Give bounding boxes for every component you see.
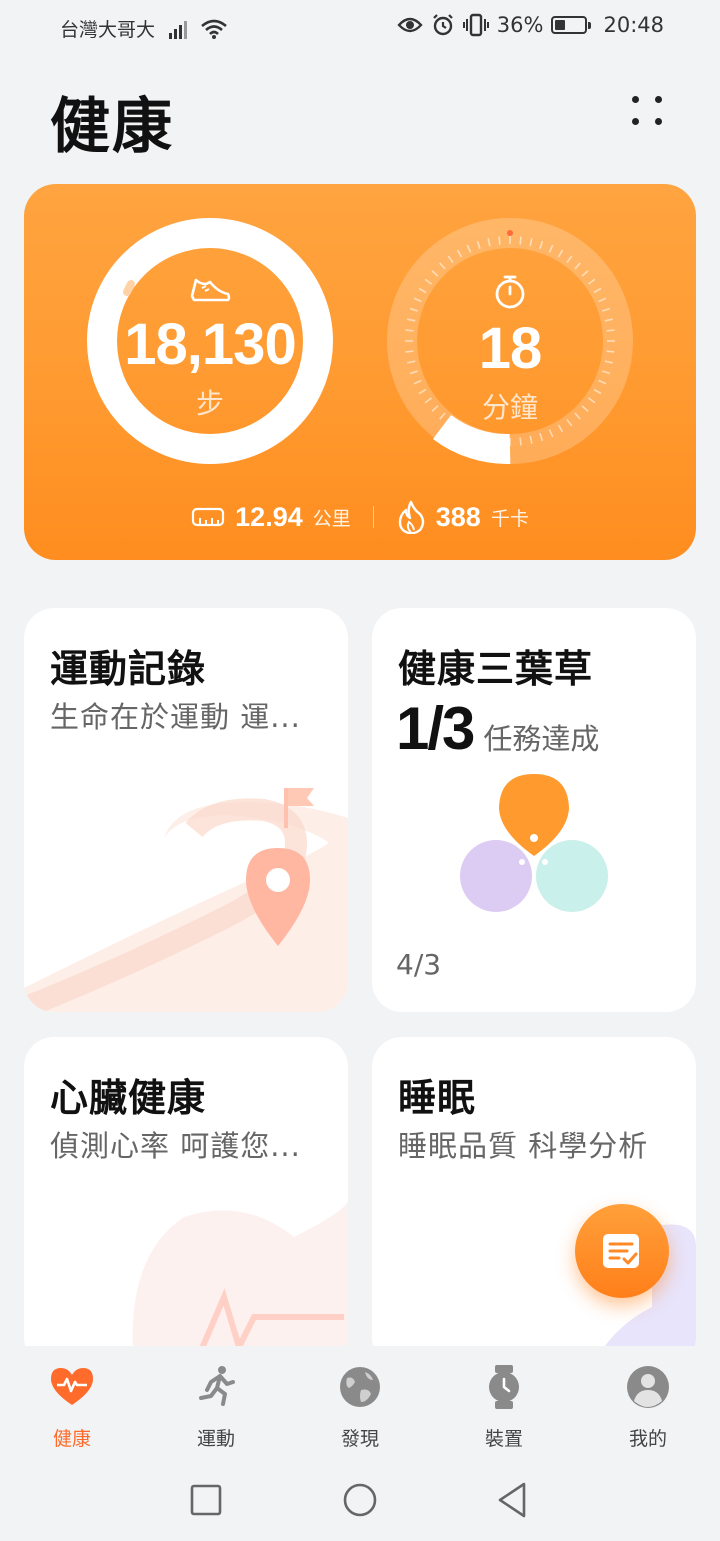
heart-illustration <box>132 1197 348 1367</box>
nav-item-health[interactable]: 健康 <box>17 1364 127 1451</box>
nav-label-devices: 裝置 <box>484 1428 523 1450</box>
heart-card-subtitle: 偵測心率 呵護您... <box>50 1129 301 1163</box>
clover-card-title: 健康三葉草 <box>398 647 594 691</box>
nav-label-me: 我的 <box>628 1428 667 1450</box>
moon-icon <box>519 859 525 865</box>
minutes-ring-start <box>507 230 513 236</box>
edit-note-icon <box>603 1234 639 1268</box>
minutes-value: 18 <box>478 316 543 381</box>
heart-pulse-icon <box>51 1368 93 1405</box>
wifi-icon <box>201 19 227 39</box>
status-left: 台灣大哥大 <box>60 15 227 42</box>
exercise-records-card[interactable]: 運動記錄 生命在於運動 運... <box>24 608 348 1012</box>
eye-icon <box>397 17 423 33</box>
clover-graphic <box>460 774 608 912</box>
recent-apps-icon[interactable] <box>190 1484 222 1516</box>
watch-icon <box>489 1365 519 1409</box>
steps-unit: 步 <box>195 387 224 420</box>
ruler-icon <box>192 507 225 527</box>
clover-progress-label: 任務達成 <box>483 722 600 756</box>
smile-icon <box>542 859 548 865</box>
page-title: 健康 <box>50 92 174 162</box>
nav-item-devices[interactable]: 裝置 <box>449 1364 559 1451</box>
heart-card-title: 心臟健康 <box>50 1076 207 1120</box>
signal-icon <box>169 19 188 39</box>
heart-health-card[interactable]: 心臟健康 偵測心率 呵護您... <box>24 1037 348 1367</box>
clover-progress-value: 1/3 <box>396 695 475 762</box>
exercise-card-subtitle: 生命在於運動 運... <box>50 700 301 734</box>
nav-item-exercise[interactable]: 運動 <box>161 1364 271 1451</box>
activity-summary: 12.94 公里 388 千卡 <box>24 500 696 534</box>
carrier-name: 台灣大哥大 <box>60 19 156 41</box>
battery-level <box>555 20 566 30</box>
nav-item-discover[interactable]: 發現 <box>305 1364 415 1451</box>
ring-tick <box>606 350 615 353</box>
steps-block: 18,130 步 <box>120 274 300 422</box>
sleep-card-title: 睡眠 <box>398 1076 477 1120</box>
more-dots-icon[interactable] <box>628 92 668 132</box>
sleep-card-subtitle: 睡眠品質 科學分析 <box>398 1129 649 1163</box>
ring-tick <box>519 437 522 446</box>
back-icon[interactable] <box>496 1481 528 1519</box>
clover-leaf-sleep <box>460 840 532 912</box>
nav-label-discover: 發現 <box>340 1428 379 1450</box>
clover-progress: 1/3 任務達成 <box>396 694 599 763</box>
alarm-icon <box>433 14 453 36</box>
record-fab-button[interactable] <box>575 1204 669 1298</box>
clover-leaf-mood <box>536 840 608 912</box>
status-right: 36% 20:48 <box>397 13 664 37</box>
ring-tick <box>405 350 414 353</box>
activity-card[interactable]: 18,130 步 18 分鐘 12.94 公里 388 千卡 <box>24 184 696 560</box>
distance-value: 12.94 <box>235 501 303 532</box>
runner-icon <box>530 834 538 842</box>
ring-tick <box>405 329 414 332</box>
clover-footer: 4/3 <box>396 948 442 981</box>
nav-label-health: 健康 <box>52 1428 91 1450</box>
battery-icon <box>551 16 592 34</box>
minutes-unit: 分鐘 <box>481 391 538 424</box>
steps-value: 18,130 <box>124 312 296 377</box>
shoe-icon <box>190 278 231 302</box>
battery-percent: 36% <box>496 13 544 37</box>
health-clover-card[interactable]: 健康三葉草 1/3 任務達成 4/3 <box>372 608 696 1012</box>
minutes-ring-progress <box>432 414 511 465</box>
flame-icon <box>398 500 424 534</box>
ring-tick <box>498 236 501 245</box>
nav-item-me[interactable]: 我的 <box>593 1364 703 1451</box>
exercise-card-title: 運動記錄 <box>50 647 207 691</box>
globe-icon <box>340 1367 380 1407</box>
calories-value: 388 <box>435 501 481 532</box>
distance-unit: 公里 <box>312 507 351 530</box>
clock-time: 20:48 <box>603 13 664 37</box>
bottom-nav: 健康 運動 發現 裝置 我的 <box>0 1346 720 1456</box>
sleep-card[interactable]: 睡眠 睡眠品質 科學分析 <box>372 1037 696 1367</box>
ring-tick <box>606 329 615 332</box>
route-illustration <box>24 788 348 1012</box>
profile-icon <box>627 1366 669 1408</box>
stopwatch-icon <box>495 275 525 309</box>
ring-tick <box>519 236 522 245</box>
status-bar: 台灣大哥大 36% 20:48 <box>0 0 720 56</box>
running-icon <box>199 1366 235 1406</box>
calories-unit: 千卡 <box>490 507 529 530</box>
nav-label-exercise: 運動 <box>196 1428 235 1450</box>
system-nav-bar <box>0 1456 720 1541</box>
vibrate-icon <box>462 13 489 37</box>
minutes-block: 18 分鐘 <box>420 274 600 426</box>
home-icon[interactable] <box>342 1482 378 1518</box>
stats-divider <box>372 506 374 528</box>
